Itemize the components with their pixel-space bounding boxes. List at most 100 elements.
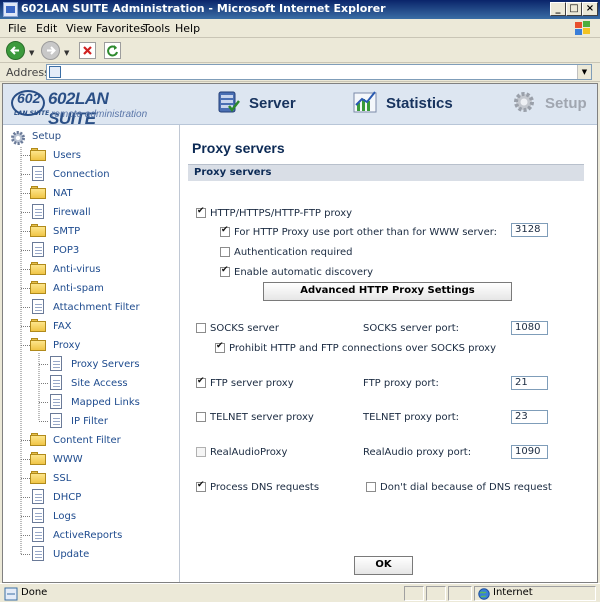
document-icon — [48, 375, 66, 392]
nav-setup-label: Setup — [545, 95, 587, 112]
sidebar-item-label: Proxy Servers — [71, 359, 140, 370]
main-panel: Proxy servers Proxy servers HTTP/HTTPS/H… — [182, 125, 596, 582]
auth-required-checkbox[interactable] — [220, 247, 230, 257]
minimize-button[interactable]: _ — [550, 2, 566, 16]
sidebar-tree: Setup Users Connection NAT Firewall SMTP — [3, 125, 180, 582]
address-bar: Address ▼ — [0, 63, 600, 82]
status-bar: Done Internet — [0, 583, 600, 602]
document-icon — [30, 299, 48, 316]
socks-server-label: SOCKS server — [210, 323, 279, 334]
page-icon — [49, 66, 61, 78]
document-icon — [48, 356, 66, 373]
sidebar-item-label: Update — [53, 549, 90, 560]
nav-statistics[interactable]: Statistics — [352, 89, 467, 119]
sidebar-item-label: Connection — [53, 169, 110, 180]
dont-dial-label: Don't dial because of DNS request — [380, 482, 552, 493]
sidebar-item-label: Proxy — [53, 340, 81, 351]
nav-server[interactable]: Server — [215, 89, 310, 119]
sidebar-item-label: IP Filter — [71, 416, 108, 427]
menu-tools[interactable]: Tools — [143, 22, 170, 35]
http-port-input[interactable]: 3128 — [511, 223, 548, 237]
socks-server-checkbox[interactable] — [196, 323, 206, 333]
document-icon — [30, 508, 48, 525]
forward-dropdown-icon[interactable]: ▼ — [64, 49, 69, 57]
ftp-port-label: FTP proxy port: — [363, 378, 439, 389]
menu-favorites[interactable]: Favorites — [96, 22, 146, 35]
status-cell-2 — [426, 586, 446, 601]
sidebar-item-label: Users — [53, 150, 82, 161]
folder-icon — [30, 185, 48, 202]
document-icon — [30, 527, 48, 544]
folder-icon — [30, 470, 48, 487]
sidebar-item-label: Content Filter — [53, 435, 121, 446]
auto-discovery-label: Enable automatic discovery — [234, 267, 374, 278]
logo: 602 LAN SUITE 602LAN SUITE remote admini… — [11, 88, 151, 128]
http-proxy-checkbox[interactable] — [196, 206, 206, 218]
sidebar-item-label: NAT — [53, 188, 73, 199]
ie-app-icon — [3, 2, 18, 17]
maximize-button[interactable]: □ — [566, 2, 582, 16]
http-port-other-label: For HTTP Proxy use port other than for W… — [234, 227, 498, 238]
status-zone-cell: Internet — [474, 586, 596, 601]
nav-statistics-label: Statistics — [386, 95, 453, 112]
sidebar-item-label: SSL — [53, 473, 72, 484]
ok-button[interactable]: OK — [354, 556, 413, 575]
dont-dial-checkbox[interactable] — [366, 482, 376, 492]
menu-edit[interactable]: Edit — [36, 22, 57, 35]
forward-button[interactable] — [41, 41, 60, 60]
internet-globe-icon — [478, 588, 490, 600]
folder-open-icon — [30, 337, 48, 354]
ftp-proxy-checkbox[interactable] — [196, 376, 206, 388]
browser-window: 602LAN SUITE Administration - Microsoft … — [0, 0, 600, 602]
sidebar-item-label: Firewall — [53, 207, 91, 218]
close-button[interactable]: × — [582, 2, 598, 16]
sidebar-item-label: SMTP — [53, 226, 81, 237]
back-button[interactable] — [6, 41, 25, 60]
advanced-http-proxy-settings-button[interactable]: Advanced HTTP Proxy Settings — [263, 282, 512, 301]
realaudio-port-input[interactable]: 1090 — [511, 445, 548, 459]
status-text: Done — [21, 587, 48, 598]
realaudio-proxy-label: RealAudioProxy — [210, 447, 288, 458]
prohibit-socks-label: Prohibit HTTP and FTP connections over S… — [229, 343, 496, 354]
socks-port-input[interactable]: 1080 — [511, 321, 548, 335]
address-dropdown-icon[interactable]: ▼ — [577, 65, 591, 79]
folder-icon — [30, 318, 48, 335]
document-icon — [30, 489, 48, 506]
menu-view[interactable]: View — [66, 22, 92, 35]
menu-file[interactable]: File — [8, 22, 26, 35]
back-arrow-icon — [6, 41, 25, 60]
document-icon — [30, 204, 48, 221]
ftp-port-input[interactable]: 21 — [511, 376, 548, 390]
folder-icon — [30, 147, 48, 164]
sidebar-item-label: Anti-spam — [53, 283, 104, 294]
process-dns-checkbox[interactable] — [196, 480, 206, 492]
sidebar-item-label: Logs — [53, 511, 77, 522]
sidebar-item-label: DHCP — [53, 492, 82, 503]
back-dropdown-icon[interactable]: ▼ — [29, 49, 34, 57]
document-icon — [30, 242, 48, 259]
toolbar: ▼ ▼ — [0, 38, 600, 63]
menu-help[interactable]: Help — [175, 22, 200, 35]
realaudio-proxy-checkbox[interactable] — [196, 447, 206, 457]
app-header: 602 LAN SUITE 602LAN SUITE remote admini… — [3, 84, 597, 128]
telnet-port-input[interactable]: 23 — [511, 410, 548, 424]
page-content: 602 LAN SUITE 602LAN SUITE remote admini… — [2, 83, 598, 583]
nav-setup[interactable]: Setup — [511, 89, 595, 119]
windows-logo-icon — [574, 20, 592, 36]
status-zone: Internet — [493, 587, 533, 598]
prohibit-socks-checkbox[interactable] — [215, 341, 225, 353]
http-port-other-checkbox[interactable] — [220, 225, 230, 237]
auto-discovery-checkbox[interactable] — [220, 265, 230, 277]
sidebar-item-label: Anti-virus — [53, 264, 101, 275]
title-bar: 602LAN SUITE Administration - Microsoft … — [0, 0, 600, 19]
server-icon — [218, 91, 240, 113]
stop-button[interactable] — [79, 42, 96, 59]
setup-gear-icon — [514, 92, 534, 112]
auth-required-label: Authentication required — [234, 247, 353, 258]
logo-badge-sub: LAN SUITE — [14, 110, 50, 117]
telnet-proxy-checkbox[interactable] — [196, 412, 206, 422]
address-field[interactable]: ▼ — [46, 64, 592, 80]
logo-badge-number: 602 — [17, 90, 41, 106]
refresh-button[interactable] — [104, 42, 121, 59]
folder-icon — [30, 432, 48, 449]
